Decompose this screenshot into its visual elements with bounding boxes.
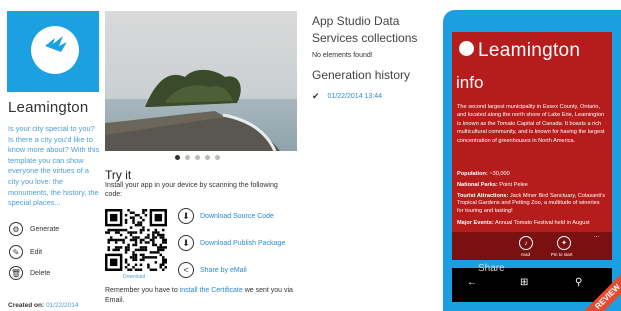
install-certificate-link[interactable]: install the Certificate	[180, 287, 243, 294]
app-tile	[7, 11, 99, 92]
fact-value: Annual Tomato Festival held in August	[494, 220, 590, 226]
fact-label: National Parks:	[457, 182, 498, 188]
data-services-empty: No elements found!	[312, 52, 373, 59]
app-description: Is your city special to you? Is there a …	[8, 124, 100, 208]
read-label: read	[521, 252, 531, 257]
data-services-heading: App Studio Data Services collections	[312, 14, 418, 45]
certificate-note-prefix: Remember you have to	[105, 287, 178, 294]
generation-date[interactable]: 01/22/2014 13:44	[328, 93, 383, 100]
fact-label: Population:	[457, 171, 488, 177]
generate-button[interactable]: ⚙ Generate	[9, 221, 59, 237]
checkmark-icon: ✔	[312, 91, 320, 101]
more-button[interactable]: ...	[594, 233, 599, 239]
carousel-dots[interactable]	[175, 155, 225, 160]
phone-fact: Tourist Attractions: Jack Miner Bird San…	[457, 193, 605, 215]
speaker-icon[interactable]: ♪	[519, 236, 533, 250]
gear-icon: ⚙	[9, 222, 23, 236]
fact-label: Major Events:	[457, 220, 494, 226]
app-name: Leamington	[8, 99, 89, 116]
delete-button[interactable]: 🗑 Delete	[9, 265, 50, 281]
carousel-dot[interactable]	[175, 155, 180, 160]
edit-label: Edit	[30, 248, 43, 256]
try-it-heading: Try it	[105, 168, 132, 182]
carousel-dot[interactable]	[185, 155, 190, 160]
try-it-text: Install your app in your device by scann…	[105, 182, 278, 198]
share-icon: <	[178, 262, 194, 278]
carousel-dot[interactable]	[215, 155, 220, 160]
delete-label: Delete	[30, 269, 51, 277]
download-publish-label: Download Publish Package	[200, 239, 286, 247]
download-source-link[interactable]: ⬇ Download Source Code	[178, 207, 274, 225]
city-logo-icon	[31, 26, 79, 74]
pencil-icon: ✎	[9, 245, 23, 259]
download-icon: ⬇	[178, 208, 194, 224]
certificate-note: Remember you have to install the Certifi…	[105, 286, 300, 306]
city-photo	[105, 11, 297, 151]
download-source-label: Download Source Code	[200, 212, 274, 220]
created-on: Created on: 01/22/2014	[8, 302, 78, 309]
qr-caption[interactable]: Download	[123, 274, 145, 280]
qr-code[interactable]	[105, 209, 167, 271]
windows-icon[interactable]: ⊞	[520, 277, 528, 288]
phone-page-heading: info	[456, 73, 484, 92]
pin-label: Pin to start	[551, 252, 573, 257]
generation-history-entry[interactable]: ✔ 01/22/2014 13:44	[312, 91, 382, 102]
phone-app-title-text: Leamington	[478, 40, 581, 61]
trash-icon: 🗑	[9, 266, 23, 280]
created-date: 01/22/2014	[45, 302, 79, 309]
phone-intro-text: The second largest municipality in Essex…	[457, 104, 605, 144]
search-icon[interactable]: ⚲	[575, 277, 582, 288]
back-icon[interactable]: ←	[467, 277, 477, 288]
pin-icon[interactable]: ✦	[557, 236, 571, 250]
share-email-link[interactable]: < Share by eMail	[178, 261, 247, 279]
created-label: Created on:	[8, 302, 45, 309]
carousel-dot[interactable]	[195, 155, 200, 160]
generate-label: Generate	[30, 225, 60, 233]
phone-share-label[interactable]: Share	[478, 263, 505, 274]
phone-fact: Major Events: Annual Tomato Festival hel…	[457, 220, 605, 227]
phone-fact: Population: ~30,000	[457, 171, 605, 178]
edit-button[interactable]: ✎ Edit	[9, 244, 42, 260]
fact-label: Tourist Attractions:	[457, 193, 509, 199]
phone-app-title: Leamington	[460, 40, 580, 62]
share-email-label: Share by eMail	[200, 266, 247, 274]
phone-fact: National Parks: Point Pelee	[457, 182, 605, 189]
generation-history-heading: Generation history	[312, 68, 411, 82]
download-publish-link[interactable]: ⬇ Download Publish Package	[178, 234, 285, 252]
fact-value: Point Pelee	[499, 182, 528, 188]
carousel-dot[interactable]	[205, 155, 210, 160]
fact-value: ~30,000	[489, 171, 510, 177]
download-icon: ⬇	[178, 235, 194, 251]
